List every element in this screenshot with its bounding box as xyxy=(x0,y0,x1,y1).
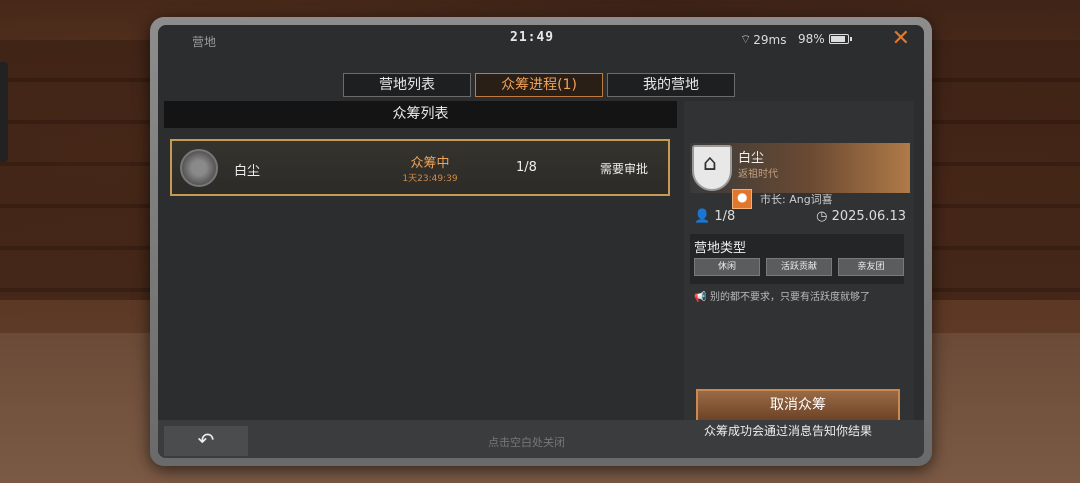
side-handle[interactable] xyxy=(0,62,8,162)
close-icon[interactable]: ✕ xyxy=(892,27,910,51)
tablet-screen: 营地 21:49 ⌔ 29ms 98% ✕ 营地列表 众筹进程(1) 我的营地 … xyxy=(158,25,924,458)
camp-card: 白尘 返祖时代 xyxy=(690,143,910,193)
tag-item: 休闲 xyxy=(694,258,760,276)
tag-item: 亲友团 xyxy=(838,258,904,276)
tag-item: 活跃贡献 xyxy=(766,258,832,276)
crowdfund-state: 众筹中 xyxy=(410,156,450,171)
mayor-name: 市长: Ang词喜 xyxy=(760,193,833,206)
countdown-timer: 1天23:49:39 xyxy=(402,174,458,184)
network-status: ⌔ 29ms xyxy=(740,32,787,47)
battery-icon xyxy=(828,34,852,44)
tab-bar: 营地列表 众筹进程(1) 我的营地 xyxy=(343,73,735,97)
wifi-icon: ⌔ xyxy=(740,32,752,46)
back-arrow-icon: ↶ xyxy=(197,428,215,452)
status-bar: 营地 21:49 ⌔ 29ms 98% ✕ xyxy=(158,25,924,55)
server-name: 返祖时代 xyxy=(738,169,778,180)
battery-percent: 98% xyxy=(798,32,825,46)
camp-detail-panel: 白尘 返祖时代 市长: Ang词喜 👤 1/8 ◷ 2025.06.13 营地类… xyxy=(684,101,914,422)
camp-type-box: 营地类型 休闲 活跃贡献 亲友团 xyxy=(690,234,904,284)
cancel-crowdfund-button[interactable]: 取消众筹 xyxy=(696,389,900,422)
members-value: 1/8 xyxy=(714,209,736,224)
camp-tags: 休闲 活跃贡献 亲友团 xyxy=(694,258,904,276)
result-notice: 众筹成功会通过消息告知你结果 xyxy=(704,424,873,438)
detail-camp-name: 白尘 xyxy=(738,151,765,166)
members-stat: 👤 1/8 xyxy=(694,209,735,224)
list-item[interactable]: 白尘 众筹中 1天23:49:39 1/8 需要审批 xyxy=(170,139,670,196)
avatar[interactable] xyxy=(732,189,752,209)
mayor-info: 市长: Ang词喜 xyxy=(732,189,833,209)
announcement-text: 别的都不要求，只要有活跃度就够了 xyxy=(710,292,870,303)
tablet-frame: 营地 21:49 ⌔ 29ms 98% ✕ 营地列表 众筹进程(1) 我的营地 … xyxy=(150,17,932,466)
back-button[interactable]: ↶ xyxy=(164,426,248,456)
camp-announcement: 📢 别的都不要求，只要有活跃度就够了 xyxy=(694,291,894,305)
bottom-bar: ↶ 点击空白处关闭 众筹成功会通过消息告知你结果 xyxy=(158,420,924,458)
camp-shield-icon xyxy=(692,145,732,191)
camp-stats: 👤 1/8 ◷ 2025.06.13 xyxy=(690,209,910,224)
clock: 21:49 xyxy=(510,30,555,45)
tab-my-camp[interactable]: 我的营地 xyxy=(607,73,735,97)
tab-crowdfund-progress[interactable]: 众筹进程(1) xyxy=(475,73,603,97)
list-header: 众筹列表 xyxy=(164,101,677,128)
member-count: 1/8 xyxy=(516,160,537,175)
tab-camp-list[interactable]: 营地列表 xyxy=(343,73,471,97)
camp-type-title: 营地类型 xyxy=(694,241,747,256)
crowdfund-list-panel: 众筹列表 白尘 众筹中 1天23:49:39 1/8 需要审批 ▲ 154757… xyxy=(164,101,677,421)
battery-status: 98% xyxy=(798,32,852,46)
megaphone-icon: 📢 xyxy=(694,292,707,303)
ping-value: 29ms xyxy=(753,32,787,47)
date-value: 2025.06.13 xyxy=(831,209,906,224)
background-shelf-right xyxy=(920,40,1080,300)
background-shelf-left xyxy=(0,40,150,300)
date-stat: ◷ 2025.06.13 xyxy=(816,209,906,224)
app-title: 营地 xyxy=(192,35,217,49)
dismiss-hint[interactable]: 点击空白处关闭 xyxy=(488,434,565,450)
camp-name: 白尘 xyxy=(234,164,261,179)
approval-status: 需要审批 xyxy=(600,162,649,176)
clock-icon: ◷ xyxy=(816,209,828,224)
camp-emblem-icon xyxy=(180,149,218,187)
person-icon: 👤 xyxy=(694,209,711,224)
